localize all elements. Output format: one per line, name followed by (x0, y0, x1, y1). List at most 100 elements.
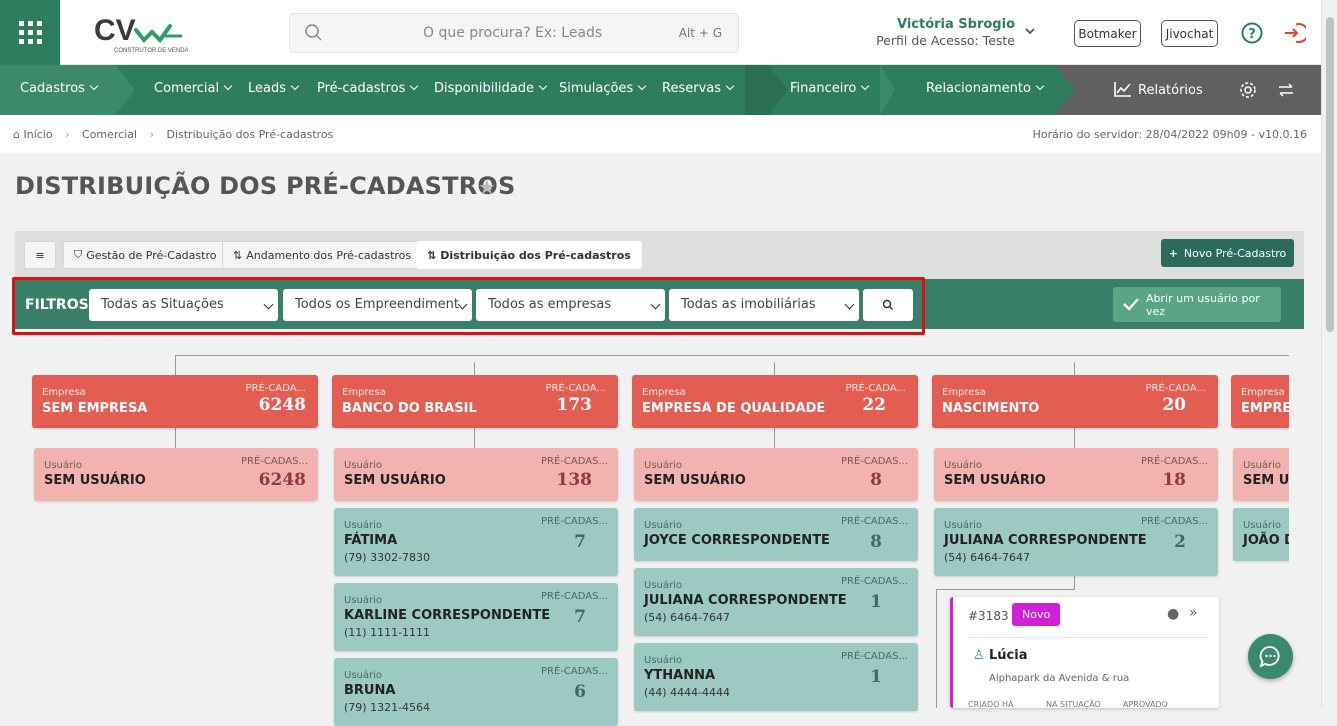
empresa-card[interactable]: Empresa PRÉ-CADA... EMPRESA DE QUALIDADE… (632, 375, 918, 428)
user-card[interactable]: Usuário PRÉ-CADAS... BRUNA 6 (79) 1321-4… (334, 658, 618, 726)
user-card[interactable]: Usuário PRÉ-CADAS... SEM USUÁRIO 18 (934, 448, 1218, 501)
tree-connector (175, 428, 176, 448)
lead-id: #3183 (968, 609, 1009, 623)
tree-connector (175, 355, 1289, 356)
swap-icon[interactable] (1277, 82, 1295, 98)
chevron-down-icon (861, 81, 870, 91)
botmaker-button[interactable]: Botmaker (1074, 20, 1141, 47)
svg-text:CONSTRUTOR DE VENDAS: CONSTRUTOR DE VENDAS (114, 48, 188, 54)
server-time: Horário do servidor: 28/04/2022 09h09 - … (1032, 128, 1307, 141)
lead-name: Lúcia (989, 648, 1028, 663)
user-card[interactable]: Usuário PRÉ-CADAS... SEM USUÁRIO 138 (334, 448, 618, 501)
chevron-right-icon: › (65, 128, 70, 141)
status-badge: Novo (1012, 603, 1061, 626)
tree-connector (936, 589, 937, 708)
plus-icon: + (1168, 246, 1178, 260)
nav-reservas[interactable]: Reservas (662, 81, 735, 96)
user-card[interactable]: Usuário PRÉ-CADAS... JULIANA CORRESPONDE… (934, 508, 1218, 576)
divider (968, 637, 1208, 638)
chat-button[interactable] (1248, 634, 1293, 679)
breadcrumb-comercial[interactable]: Comercial (82, 128, 137, 141)
chevron-down-icon (637, 81, 647, 91)
chat-bubble-icon (1259, 646, 1280, 668)
user-menu[interactable]: Victória Sbrogio Perfil de Acesso: Teste (876, 17, 1015, 48)
empresa-card[interactable]: Empresa EMPRES (1231, 375, 1289, 428)
page-title: DISTRIBUIÇÃO DOS PRÉ-CADASTROS (15, 172, 516, 200)
empresa-card[interactable]: Empresa PRÉ-CADA... BANCO DO BRASIL 173 (332, 375, 618, 428)
scrollbar-thumb[interactable] (1326, 17, 1334, 332)
user-card[interactable]: Usuário PRÉ-CADAS... SEM USUÁRIO 8 (634, 448, 918, 501)
search-shortcut: Alt + G (678, 26, 722, 40)
one-user-toggle[interactable]: Abrir um usuário por vez (1113, 287, 1281, 322)
chevron-down-icon (89, 81, 99, 91)
bookmark-icon: ⛉ (74, 248, 83, 261)
new-pre-cadastro-button[interactable]: + Novo Pré-Cadastro (1161, 239, 1294, 267)
user-card[interactable]: Usuário PRÉ-CADAS... FÁTIMA 7 (79) 3302-… (334, 508, 618, 576)
star-icon[interactable]: ★ (478, 175, 496, 199)
tree-connector (474, 362, 475, 375)
breadcrumb-home[interactable]: Início (23, 128, 52, 141)
chevron-down-icon[interactable] (1024, 27, 1036, 37)
search-placeholder: O que procura? Ex: Leads (423, 25, 603, 41)
page-scrollbar[interactable] (1321, 0, 1337, 708)
main-nav: Cadastros Comercial Leads Pré-cadastros … (0, 65, 1337, 115)
tree-connector (1074, 428, 1075, 448)
double-chevron-right-icon[interactable]: » (1189, 605, 1198, 621)
cv-logo[interactable]: CV CONSTRUTOR DE VENDAS (92, 12, 193, 56)
logout-icon[interactable] (1282, 21, 1306, 45)
tree-connector (1074, 576, 1075, 590)
user-card[interactable]: Usuário PRÉ-CADAS... KARLINE CORRESPONDE… (334, 583, 618, 651)
user-card[interactable]: Usuário PRÉ-CADAS... YTHANNA 1 (44) 4444… (634, 643, 918, 711)
nav-financeiro[interactable]: Financeiro (790, 81, 870, 96)
tree-connector (175, 355, 176, 375)
user-card[interactable]: Usuário JOÃO D (1233, 508, 1289, 561)
chevron-down-icon (410, 81, 419, 91)
tab-andamento[interactable]: ⇅ Andamento dos Pré-cadastros (222, 241, 423, 269)
nav-cadastros[interactable]: Cadastros (20, 81, 99, 96)
chart-line-icon (1114, 82, 1131, 97)
user-card[interactable]: Usuário PRÉ-CADAS... SEM USUÁRIO 6248 (34, 448, 318, 501)
sort-icon: ⇅ (233, 248, 243, 262)
top-bar: CV CONSTRUTOR DE VENDAS O que procura? E… (0, 0, 1337, 65)
user-circle-icon[interactable]: ● (1167, 606, 1179, 622)
search-icon (305, 24, 322, 41)
help-icon[interactable]: ? (1240, 21, 1264, 45)
breadcrumb: ⌂ Início › Comercial › Distribuição dos … (0, 115, 1337, 153)
chevron-down-icon (1035, 81, 1045, 91)
empresa-card[interactable]: Empresa PRÉ-CADA... SEM EMPRESA 6248 (32, 375, 318, 428)
nav-disponibilidade[interactable]: Disponibilidade (434, 81, 548, 96)
tree-connector (774, 362, 775, 375)
check-icon (1123, 298, 1139, 311)
jivochat-button[interactable]: Jivochat (1161, 20, 1218, 47)
hamburger-menu-button[interactable]: ≡ (24, 241, 56, 269)
chevron-right-icon: › (149, 128, 154, 141)
breadcrumb-current: Distribuição dos Pré-cadastros (166, 128, 334, 141)
apps-menu-button[interactable] (0, 0, 60, 65)
user-card[interactable]: Usuário PRÉ-CADAS... JOYCE CORRESPONDENT… (634, 508, 918, 561)
tab-gestao[interactable]: ⛉ Gestão de Pré-Cadastro (63, 241, 228, 269)
svg-text:?: ? (1248, 27, 1256, 42)
nav-leads[interactable]: Leads (248, 81, 300, 96)
nav-relacionamento[interactable]: Relacionamento (926, 81, 1045, 96)
chevron-down-icon (290, 81, 300, 91)
lead-project: Alphapark da Avenida & rua (989, 673, 1130, 684)
menu-icon: ≡ (35, 248, 45, 262)
nav-pre-cadastros[interactable]: Pré-cadastros (317, 81, 419, 96)
grid-icon (18, 21, 42, 44)
tree-connector (1074, 362, 1075, 375)
tab-distribuicao[interactable]: ⇅ Distribuição dos Pré-cadastros (416, 241, 642, 269)
nav-simulacoes[interactable]: Simulações (559, 81, 647, 96)
user-card[interactable]: Usuário SEM US (1233, 448, 1289, 501)
user-name: Victória Sbrogio (896, 17, 1015, 32)
nav-relatorios[interactable]: Relatórios (1114, 81, 1203, 98)
tree-connector (936, 589, 1075, 590)
nav-comercial[interactable]: Comercial (154, 81, 233, 96)
settings-icon[interactable] (1239, 81, 1257, 99)
lead-card[interactable]: #3183 Novo ● » ♙ Lúcia Alphapark da Aven… (950, 597, 1219, 709)
svg-text:CV: CV (94, 14, 136, 47)
empresa-card[interactable]: Empresa PRÉ-CADA... NASCIMENTO 20 (932, 375, 1218, 428)
user-card[interactable]: Usuário PRÉ-CADAS... JULIANA CORRESPONDE… (634, 568, 918, 636)
tree-connector (774, 428, 775, 448)
global-search[interactable]: O que procura? Ex: Leads Alt + G (289, 13, 739, 53)
home-icon[interactable]: ⌂ (13, 128, 20, 141)
